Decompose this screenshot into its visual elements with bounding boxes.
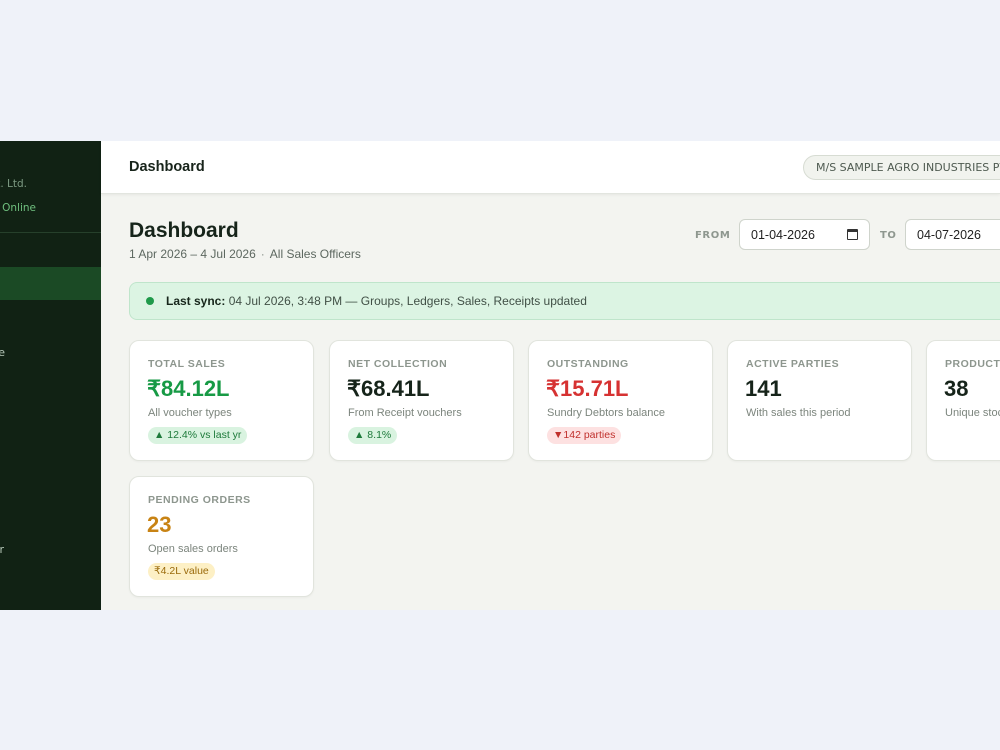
main-content: Dashboard 1 Apr 2026 – 4 Jul 2026 · All Sa… xyxy=(101,195,1000,610)
topbar-title: Dashboard xyxy=(129,159,205,175)
card-value: 38 xyxy=(944,376,969,401)
sync-label: Last sync: xyxy=(166,294,226,308)
officer-filter-text: All Sales Officers xyxy=(269,247,361,261)
kpi-card-net-collection[interactable]: NET COLLECTION ₹68.41L From Receipt vouc… xyxy=(329,340,514,461)
to-date-value: 04-07-2026 xyxy=(917,228,981,242)
card-label: PRODUCT xyxy=(945,358,1000,370)
card-value: 23 xyxy=(147,512,172,537)
sidebar-item-1[interactable]: e xyxy=(0,346,5,359)
card-badge: ▲ 12.4% vs last yr xyxy=(148,427,248,444)
card-label: TOTAL SALES xyxy=(148,358,226,370)
page-title: Dashboard xyxy=(129,219,239,242)
sidebar-item-dashboard[interactable] xyxy=(0,267,101,300)
kpi-card-products[interactable]: PRODUCT 38 Unique stoc xyxy=(926,340,1000,461)
kpi-card-outstanding[interactable]: OUTSTANDING ₹15.71L Sundry Debtors balan… xyxy=(528,340,713,461)
sync-status-bar: Last sync: 04 Jul 2026, 3:48 PM — Groups… xyxy=(129,282,1000,320)
sync-status-dot-icon xyxy=(146,297,154,305)
card-badge: ₹4.2L value xyxy=(148,563,215,580)
card-description: Open sales orders xyxy=(148,543,238,555)
to-date-input[interactable]: 04-07-2026 xyxy=(905,219,1000,250)
kpi-card-pending-orders[interactable]: PENDING ORDERS 23 Open sales orders ₹4.2… xyxy=(129,476,314,597)
card-label: OUTSTANDING xyxy=(547,358,629,370)
top-bar: Dashboard M/S SAMPLE AGRO INDUSTRIES PV xyxy=(101,141,1000,194)
calendar-icon[interactable] xyxy=(847,229,858,240)
sidebar: t. Ltd. y Online e r xyxy=(0,141,101,610)
sync-status-text: Last sync: 04 Jul 2026, 3:48 PM — Groups… xyxy=(166,294,587,308)
date-range-text: 1 Apr 2026 – 4 Jul 2026 xyxy=(129,247,256,261)
kpi-card-active-parties[interactable]: ACTIVE PARTIES 141 With sales this perio… xyxy=(727,340,912,461)
card-label: NET COLLECTION xyxy=(348,358,448,370)
card-value: ₹15.71L xyxy=(546,376,629,401)
sync-details: 04 Jul 2026, 3:48 PM — Groups, Ledgers, … xyxy=(225,294,587,308)
card-description: All voucher types xyxy=(148,407,232,419)
sidebar-divider xyxy=(0,232,101,233)
card-badge: ▼142 parties xyxy=(547,427,622,444)
from-date-input[interactable]: 01-04-2026 xyxy=(739,219,870,250)
card-label: PENDING ORDERS xyxy=(148,494,251,506)
kpi-card-total-sales[interactable]: TOTAL SALES ₹84.12L All voucher types ▲ … xyxy=(129,340,314,461)
card-description: With sales this period xyxy=(746,407,851,419)
card-label: ACTIVE PARTIES xyxy=(746,358,840,370)
app-window: t. Ltd. y Online e r Dashboard M/S SAMPL… xyxy=(0,141,1000,610)
card-value: ₹84.12L xyxy=(147,376,230,401)
to-label: TO xyxy=(880,230,897,241)
from-label: FROM xyxy=(695,230,731,241)
card-description: From Receipt vouchers xyxy=(348,407,462,419)
sidebar-connection-status: y Online xyxy=(0,202,36,214)
from-date-value: 01-04-2026 xyxy=(751,228,815,242)
card-value: 141 xyxy=(745,376,782,401)
card-description: Unique stoc xyxy=(945,407,1000,419)
sidebar-item-2[interactable]: r xyxy=(0,543,4,556)
card-badge: ▲ 8.1% xyxy=(348,427,398,444)
page-subtitle: 1 Apr 2026 – 4 Jul 2026 · All Sales Office… xyxy=(129,247,361,261)
company-selector[interactable]: M/S SAMPLE AGRO INDUSTRIES PV xyxy=(803,155,1000,180)
card-description: Sundry Debtors balance xyxy=(547,407,666,419)
sidebar-company-name: t. Ltd. xyxy=(0,178,27,190)
card-value: ₹68.41L xyxy=(347,376,430,401)
separator: · xyxy=(260,247,265,261)
